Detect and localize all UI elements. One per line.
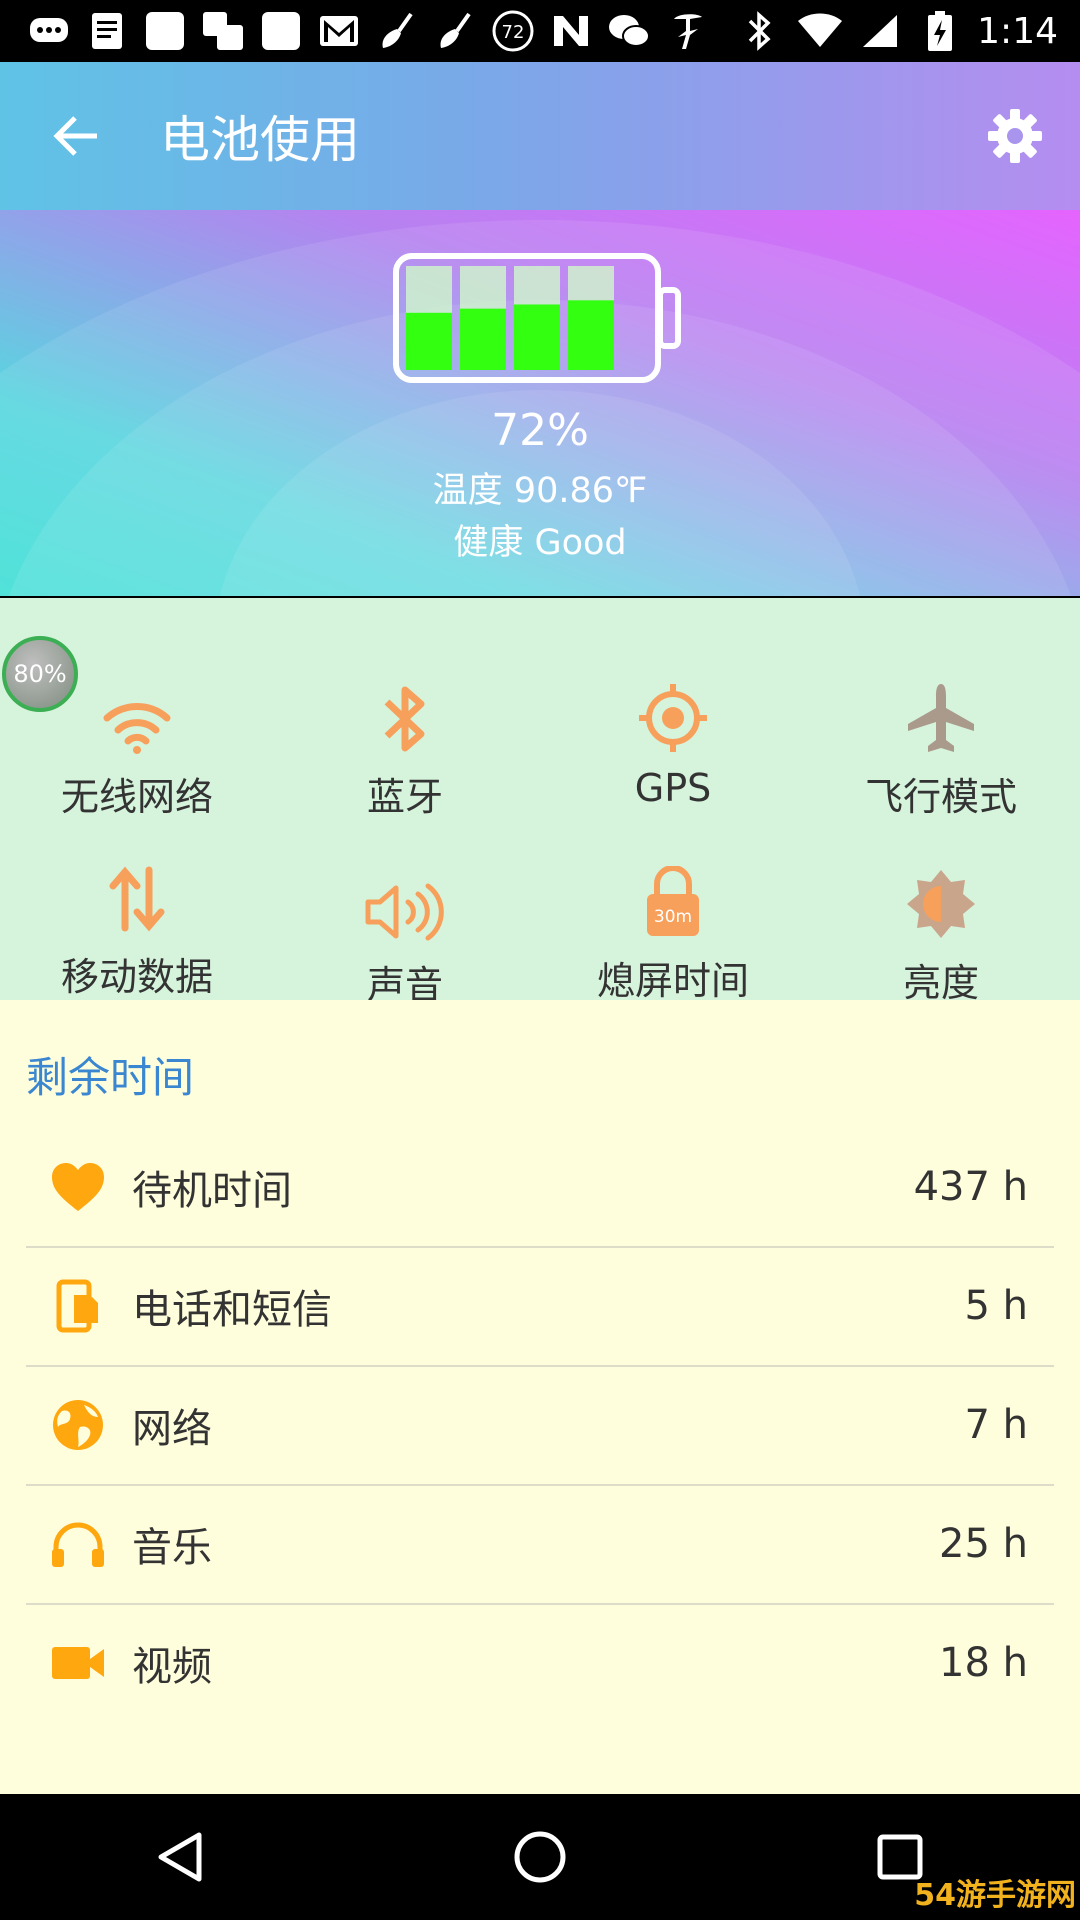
list-item-music[interactable]: 音乐 25 h bbox=[26, 1485, 1054, 1605]
app-notification-icon bbox=[258, 8, 304, 54]
airplane-icon bbox=[908, 684, 974, 752]
toggle-gps[interactable]: GPS bbox=[538, 664, 808, 844]
list-item-label: 音乐 bbox=[132, 1525, 212, 1571]
list-item-calls-sms[interactable]: 电话和短信 5 h bbox=[26, 1247, 1054, 1367]
list-item-label: 电话和短信 bbox=[132, 1287, 332, 1333]
toggle-label: GPS bbox=[634, 766, 712, 810]
floating-memory-badge[interactable]: 80% bbox=[2, 636, 78, 712]
toggle-label: 无线网络 bbox=[60, 775, 213, 819]
clock: 1:14 bbox=[977, 10, 1058, 52]
list-item-video[interactable]: 视频 18 h bbox=[26, 1604, 1054, 1722]
notification-icons: 72 bbox=[0, 8, 710, 54]
list-item-value: 18 h bbox=[939, 1640, 1028, 1686]
list-item-label: 网络 bbox=[132, 1406, 212, 1452]
temperature-label: 温度 bbox=[432, 471, 503, 511]
battery-temperature: 温度 90.86℉ bbox=[0, 462, 1080, 513]
n-app-notification-icon bbox=[548, 8, 594, 54]
battery-cell-fill bbox=[514, 304, 560, 370]
wechat-notification-icon bbox=[606, 8, 652, 54]
health-value: Good bbox=[534, 523, 627, 563]
chat-notification-icon bbox=[26, 8, 72, 54]
gear-icon bbox=[988, 109, 1042, 163]
triangle-back-icon bbox=[158, 1832, 202, 1882]
app-notification-icon bbox=[200, 8, 246, 54]
nav-home-button[interactable] bbox=[480, 1794, 600, 1920]
mail-notification-icon bbox=[316, 8, 362, 54]
wifi-icon bbox=[103, 703, 171, 754]
toggle-label: 移动数据 bbox=[60, 955, 213, 999]
temperature-value: 90.86℉ bbox=[513, 471, 648, 511]
mobile-data-icon bbox=[109, 866, 165, 932]
battery-cell-fill bbox=[568, 300, 614, 370]
gps-icon bbox=[639, 684, 707, 752]
section-title: 剩余时间 bbox=[26, 1053, 195, 1102]
battery-health: 健康 Good bbox=[0, 514, 1080, 565]
battery-charging-status-icon bbox=[917, 8, 963, 54]
health-label: 健康 bbox=[453, 523, 524, 563]
list-item-value: 25 h bbox=[939, 1521, 1028, 1567]
arrow-left-icon bbox=[53, 116, 97, 156]
settings-button[interactable] bbox=[950, 62, 1080, 210]
toggle-label: 亮度 bbox=[902, 961, 979, 1005]
sound-icon bbox=[365, 883, 444, 941]
video-icon bbox=[52, 1647, 104, 1679]
toggle-label: 蓝牙 bbox=[366, 775, 443, 819]
toggle-label: 飞行模式 bbox=[864, 775, 1017, 819]
remaining-time-section: 剩余时间 待机时间 437 h 电话和短信 5 h 网络 7 h 音乐 25 h… bbox=[0, 1000, 1080, 1794]
cell-signal-icon bbox=[857, 8, 903, 54]
battery-level-graphic bbox=[393, 253, 681, 383]
circle-home-icon bbox=[514, 1831, 566, 1883]
status-bar: 72 1:14 bbox=[0, 0, 1080, 62]
list-item-label: 待机时间 bbox=[132, 1168, 292, 1214]
broom-notification-icon bbox=[374, 8, 420, 54]
watermark-logo: 54游手游网 bbox=[914, 1878, 1076, 1913]
bluetooth-icon bbox=[384, 686, 425, 752]
list-item-value: 437 h bbox=[913, 1164, 1028, 1210]
document-notification-icon bbox=[84, 8, 130, 54]
battery-status-panel: 72% 温度 90.86℉ 健康 Good bbox=[0, 210, 1080, 596]
toggle-bluetooth[interactable]: 蓝牙 bbox=[270, 664, 540, 844]
timeout-badge-text: 30m bbox=[654, 907, 692, 927]
list-item-label: 视频 bbox=[132, 1644, 212, 1690]
counter-badge-text: 72 bbox=[502, 22, 525, 43]
page-title: 电池使用 bbox=[160, 111, 360, 169]
battery-cell-fill bbox=[460, 308, 506, 370]
list-item-network[interactable]: 网络 7 h bbox=[26, 1366, 1054, 1486]
globe-icon bbox=[53, 1400, 103, 1450]
battery-percent: 72% bbox=[491, 405, 589, 456]
app-toolbar: 电池使用 bbox=[0, 62, 1080, 210]
toggle-airplane-mode[interactable]: 飞行模式 bbox=[806, 664, 1076, 844]
toggle-label: 熄屏时间 bbox=[596, 959, 749, 1003]
screen-timeout-icon: 30m bbox=[647, 866, 699, 936]
app-notification-icon bbox=[142, 8, 188, 54]
system-status: 1:14 bbox=[737, 8, 1080, 54]
toggle-mobile-data[interactable]: 移动数据 bbox=[2, 844, 272, 1024]
wifi-status-icon bbox=[797, 8, 843, 54]
battery-cell-fill bbox=[406, 312, 452, 370]
broom-notification-icon bbox=[432, 8, 478, 54]
bluetooth-status-icon bbox=[737, 8, 783, 54]
list-item-value: 7 h bbox=[964, 1402, 1028, 1448]
phone-icon bbox=[56, 1279, 98, 1333]
back-button[interactable] bbox=[0, 62, 150, 210]
heart-icon bbox=[52, 1163, 104, 1211]
counter-badge-icon: 72 bbox=[490, 8, 536, 54]
nav-back-button[interactable] bbox=[120, 1794, 240, 1920]
list-item-value: 5 h bbox=[964, 1283, 1028, 1329]
list-item-standby[interactable]: 待机时间 437 h bbox=[26, 1128, 1054, 1248]
headphones-icon bbox=[52, 1522, 104, 1567]
quick-settings-grid: 无线网络 蓝牙 GPS 飞行模式 移动数据 声音 30m 熄屏时间 亮度 bbox=[0, 598, 1080, 1007]
brightness-icon bbox=[907, 870, 975, 938]
f-app-notification-icon bbox=[664, 8, 710, 54]
